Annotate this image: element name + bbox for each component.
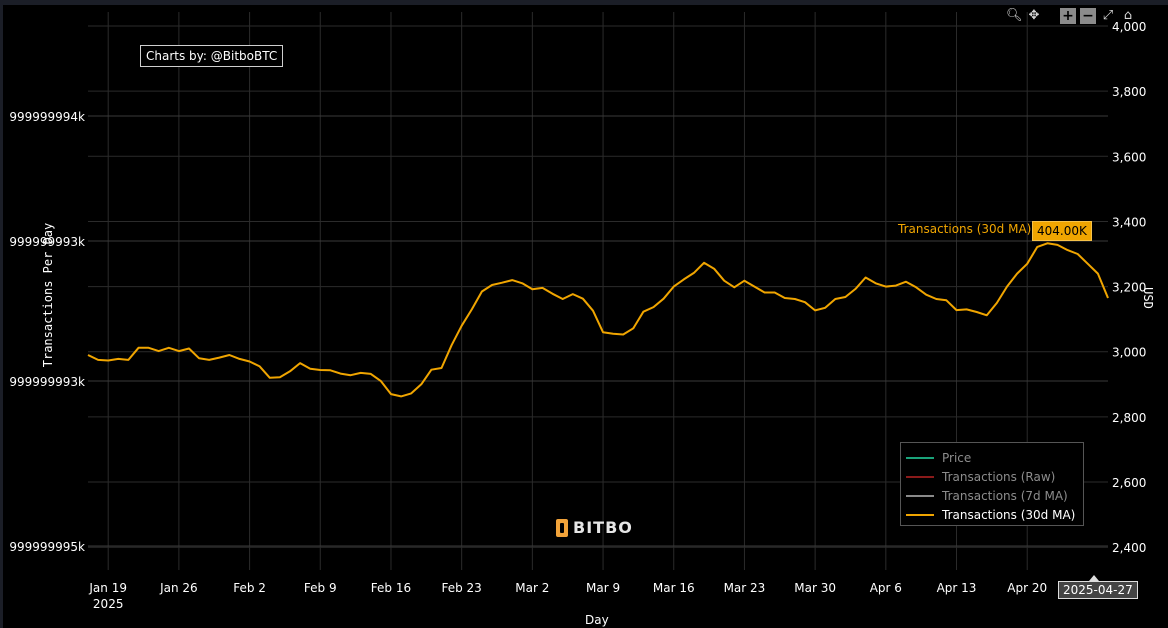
x-tick-label: Mar 2 xyxy=(515,581,549,595)
y-left-axis-title: Transactions Per Day xyxy=(41,223,55,368)
bitbo-logo-text: BITBO xyxy=(573,518,633,537)
x-tick-label: Jan 19 xyxy=(88,581,127,595)
x-tick-label: Apr 13 xyxy=(937,581,977,595)
series-layer xyxy=(87,242,1109,398)
x-tick-label: Feb 16 xyxy=(371,581,411,595)
legend-label: Transactions (7d MA) xyxy=(942,488,1068,503)
y-right-tick-label: 2,400 xyxy=(1112,541,1146,555)
legend: Price Transactions (Raw) Transactions (7… xyxy=(900,442,1084,526)
y-right-tick-label: 3,800 xyxy=(1112,85,1146,99)
y-right-axis-title: USD xyxy=(1141,287,1155,309)
y-left-tick-label: 999999993k xyxy=(9,375,85,389)
legend-label: Transactions (Raw) xyxy=(942,469,1056,484)
y-right-tick-label: 3,000 xyxy=(1112,346,1146,360)
hover-value-label: 404.00K xyxy=(1032,221,1092,241)
legend-item-price[interactable]: Price xyxy=(906,448,971,467)
legend-label: Transactions (30d MA) xyxy=(942,507,1076,522)
legend-swatch xyxy=(906,513,934,516)
legend-item-transactions-30d[interactable]: Transactions (30d MA) xyxy=(906,505,1075,524)
legend-swatch xyxy=(906,475,934,478)
y-right-tick-label: 3,400 xyxy=(1112,215,1146,229)
chart-credit: Charts by: @BitboBTC xyxy=(140,45,284,67)
autoscale-icon[interactable]: ⤢ xyxy=(1100,8,1116,24)
x-tick-label: Feb 2 xyxy=(233,581,266,595)
y-right-tick-label: 3,600 xyxy=(1112,150,1146,164)
y-left-tick-label: 999999994k xyxy=(9,110,85,124)
legend-label: Price xyxy=(942,450,972,465)
y-right-tick-label: 2,800 xyxy=(1112,411,1146,425)
legend-item-transactions-raw[interactable]: Transactions (Raw) xyxy=(906,467,1055,486)
bitbo-logo-icon xyxy=(556,518,568,537)
x-tick-label: Mar 23 xyxy=(724,581,766,595)
bitbo-logo: BITBO xyxy=(556,518,633,537)
hover-series-name: Transactions (30d MA) xyxy=(898,222,1032,236)
x-tick-label: Jan 26 xyxy=(159,581,198,595)
x-tick-label: Feb 9 xyxy=(304,581,337,595)
x-tick-label: Apr 20 xyxy=(1007,581,1047,595)
legend-item-transactions-7d[interactable]: Transactions (7d MA) xyxy=(906,486,1068,505)
x-tick-year: 2025 xyxy=(93,597,124,611)
x-tick-label: Apr 6 xyxy=(870,581,902,595)
x-axis-title: Day xyxy=(585,613,609,627)
y-left-tick-label: 999999995k xyxy=(9,540,85,554)
reset-axes-icon[interactable]: ⌂ xyxy=(1120,8,1136,24)
x-tick-label: Mar 30 xyxy=(794,581,836,595)
x-tick-label: Mar 9 xyxy=(586,581,620,595)
pan-icon[interactable]: ✥ xyxy=(1026,8,1042,24)
modebar: 🔍︎ ✥ + − ⤢ ⌂ xyxy=(1006,8,1136,24)
x-tick-label: Feb 23 xyxy=(441,581,481,595)
hover-date-label: 2025-04-27 xyxy=(1058,581,1138,599)
zoom-out-icon[interactable]: − xyxy=(1080,8,1096,24)
zoom-icon[interactable]: 🔍︎ xyxy=(1006,8,1023,24)
series-line-transactions-30d-ma xyxy=(87,242,1109,398)
zoom-in-icon[interactable]: + xyxy=(1060,8,1076,24)
x-tick-label: Mar 16 xyxy=(653,581,695,595)
y-right-tick-label: 2,600 xyxy=(1112,476,1146,490)
legend-swatch xyxy=(906,456,934,459)
legend-swatch xyxy=(906,494,934,497)
